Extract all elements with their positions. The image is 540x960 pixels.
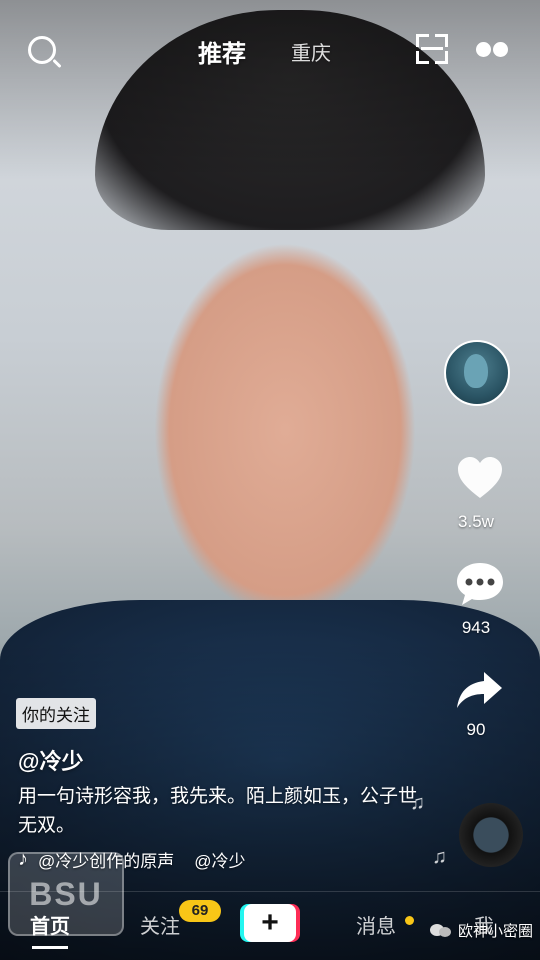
like-count: 3.5w	[458, 512, 494, 531]
music-title-repeat: @冷少	[194, 851, 246, 871]
create-video-button[interactable]: +	[240, 904, 300, 942]
comment-count: 943	[461, 618, 491, 637]
music-marquee[interactable]: ♪ @冷少创作的原声 @冷少	[18, 846, 308, 872]
watermark: 欧神小密圈	[430, 920, 533, 941]
nav-follow[interactable]: 关注	[140, 910, 180, 939]
music-title: @冷少创作的原声	[38, 851, 175, 871]
following-badge: 你的关注	[16, 698, 96, 729]
wechat-icon	[430, 922, 452, 940]
music-note-icon: ♪	[18, 847, 28, 870]
follow-count-badge: 69	[179, 900, 221, 922]
nav-home[interactable]: 首页	[30, 910, 70, 949]
music-disc[interactable]	[459, 803, 523, 867]
tab-city[interactable]: 重庆	[291, 37, 331, 66]
scan-icon[interactable]	[416, 34, 448, 64]
share-count: 90	[466, 720, 486, 739]
search-icon[interactable]	[24, 32, 60, 68]
author-avatar[interactable]	[444, 340, 510, 406]
video-caption: 用一句诗形容我，我先来。陌上颜如玉，公子世无双。	[18, 786, 418, 836]
video-feed-screen: 推荐 重庆 3.5w 943 90 BSU 你的关注 @冷少 用一句诗形容我，我…	[0, 0, 540, 960]
nav-messages[interactable]: 消息	[356, 910, 396, 939]
live-icon[interactable]	[474, 36, 510, 62]
tab-recommend[interactable]: 推荐	[198, 34, 246, 69]
floating-note-icon: ♫	[410, 792, 425, 814]
comment-icon[interactable]	[454, 560, 506, 608]
share-arrow-icon[interactable]	[454, 670, 504, 712]
message-dot	[405, 916, 414, 925]
top-bar: 推荐 重庆	[0, 0, 540, 100]
plus-icon: +	[244, 904, 296, 942]
watermark-text: 欧神小密圈	[458, 923, 534, 940]
author-name[interactable]: @冷少	[18, 744, 83, 776]
floating-note-icon: ♫	[432, 846, 447, 868]
like-heart-icon[interactable]	[454, 452, 506, 504]
